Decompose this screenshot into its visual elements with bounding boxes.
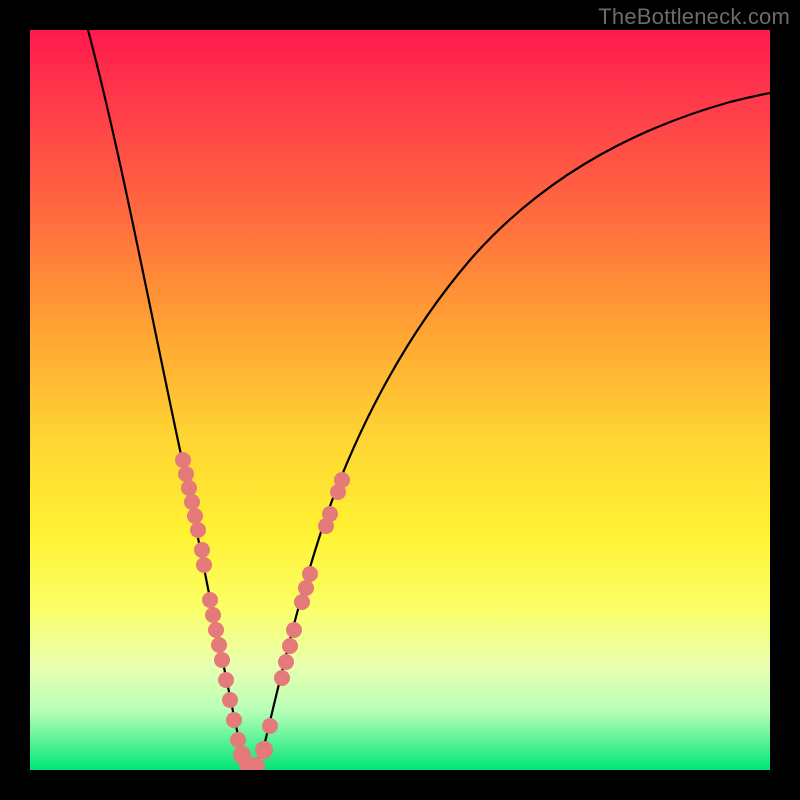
curve-svg	[30, 30, 770, 770]
chart-frame: TheBottleneck.com	[0, 0, 800, 800]
watermark-text: TheBottleneck.com	[598, 4, 790, 30]
right-branch-points	[255, 472, 350, 759]
plot-area	[30, 30, 770, 770]
left-branch-points	[175, 452, 265, 770]
bottleneck-curve	[88, 30, 770, 767]
